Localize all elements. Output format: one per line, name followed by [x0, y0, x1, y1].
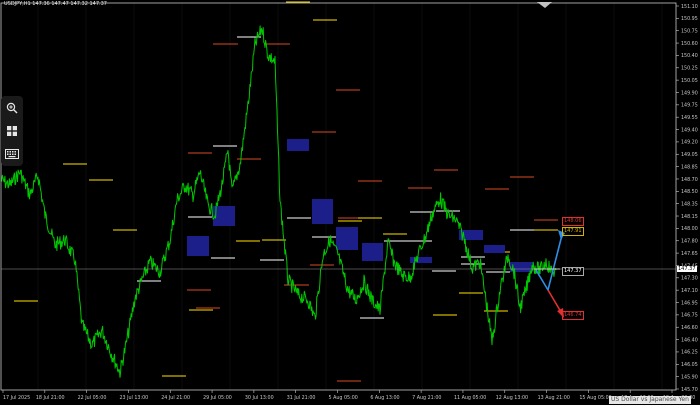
keyboard-icon[interactable] — [3, 145, 21, 163]
price-tick-label: 150.05 — [681, 78, 698, 84]
time-tick-label: 18 Jul 21:00 — [36, 395, 65, 401]
price-tick-label: 146.05 — [681, 362, 698, 368]
supply-demand-zone — [362, 243, 383, 261]
price-tick-label: 146.95 — [681, 300, 698, 306]
price-tick-label: 148.15 — [681, 214, 698, 220]
price-tick-label: 146.40 — [681, 337, 698, 343]
price-tick-label: 150.25 — [681, 66, 698, 72]
price-tick-label: 147.65 — [681, 251, 698, 257]
time-tick-label: 22 Jul 05:00 — [78, 395, 107, 401]
price-tick-label: 149.05 — [681, 152, 698, 158]
price-tick-label: 149.40 — [681, 127, 698, 133]
time-tick-label: 12 Aug 13:00 — [496, 395, 528, 401]
forecast-down-line — [547, 289, 562, 313]
chart-frame — [0, 2, 677, 391]
price-tick-label: 146.75 — [681, 313, 698, 319]
price-tick-label: 146.60 — [681, 325, 698, 331]
supply-demand-zone — [410, 257, 432, 263]
price-tick-label: 147.80 — [681, 239, 698, 245]
supply-demand-zone — [287, 139, 309, 151]
time-tick-label: 11 Aug 05:00 — [454, 395, 486, 401]
symbol-info: USDJPY,H1 147.36 147.47 147.32 147.37 — [4, 1, 107, 7]
price-tick-label: 147.30 — [681, 276, 698, 282]
time-tick-label: 24 Jul 21:00 — [161, 395, 190, 401]
time-tick-label: 5 Aug 05:00 — [329, 395, 358, 401]
price-tick-label: 149.75 — [681, 103, 698, 109]
supply-demand-zone — [336, 227, 358, 250]
time-tick-label: 15 Aug 05:00 — [579, 395, 611, 401]
price-series — [0, 25, 557, 378]
price-tick-label: 149.20 — [681, 140, 698, 146]
forecast-mid-label: 147.91 — [562, 227, 584, 236]
price-tick-label: 149.90 — [681, 90, 698, 96]
time-tick-label: 23 Jul 13:00 — [119, 395, 148, 401]
price-tick-label: 145.90 — [681, 374, 698, 380]
last-price-label: 147.37 — [677, 266, 697, 272]
price-tick-label: 148.35 — [681, 201, 698, 207]
time-tick-label: 29 Jul 05:00 — [203, 395, 232, 401]
price-tick-label: 148.00 — [681, 226, 698, 232]
forecast-up-label: 148.06 — [562, 217, 584, 226]
symbol-description-tag: US Dollar vs Japanese Yen — [609, 396, 691, 404]
time-tick-label: 13 Aug 21:00 — [538, 395, 570, 401]
current-price-box: 147.37 — [562, 267, 584, 276]
time-tick-label: 7 Aug 21:00 — [412, 395, 441, 401]
supply-demand-zone — [312, 199, 333, 224]
time-tick-label: 30 Jul 13:00 — [245, 395, 274, 401]
supply-demand-zone — [187, 236, 209, 256]
time-tick-label: 17 Jul 2025 — [3, 395, 30, 401]
time-tick-label: 31 Jul 21:00 — [287, 395, 316, 401]
zoom-in-icon[interactable] — [3, 99, 21, 117]
chart-toolbar — [1, 96, 23, 166]
price-tick-label: 151.10 — [681, 4, 698, 10]
price-tick-label: 150.60 — [681, 41, 698, 47]
price-tick-label: 150.75 — [681, 29, 698, 35]
time-tick-label: 6 Aug 13:00 — [370, 395, 399, 401]
price-tick-label: 149.55 — [681, 115, 698, 121]
price-tick-label: 146.25 — [681, 350, 698, 356]
price-tick-label: 147.10 — [681, 288, 698, 294]
chart-window[interactable]: 151.10 150.95 150.75 150.60 150.40 150.25 150.… — [0, 0, 700, 405]
price-tick-label: 148.85 — [681, 164, 698, 170]
supply-demand-zone — [484, 245, 505, 253]
price-tick-label: 150.40 — [681, 53, 698, 59]
price-tick-label: 148.50 — [681, 189, 698, 195]
forecast-down-label: 146.74 — [562, 311, 584, 320]
price-chart[interactable]: 151.10 150.95 150.75 150.60 150.40 150.25 150.… — [0, 0, 700, 405]
price-tick-label: 148.70 — [681, 177, 698, 183]
price-tick-label: 145.70 — [681, 387, 698, 393]
grid-icon[interactable] — [3, 122, 21, 140]
price-tick-label: 150.95 — [681, 16, 698, 22]
